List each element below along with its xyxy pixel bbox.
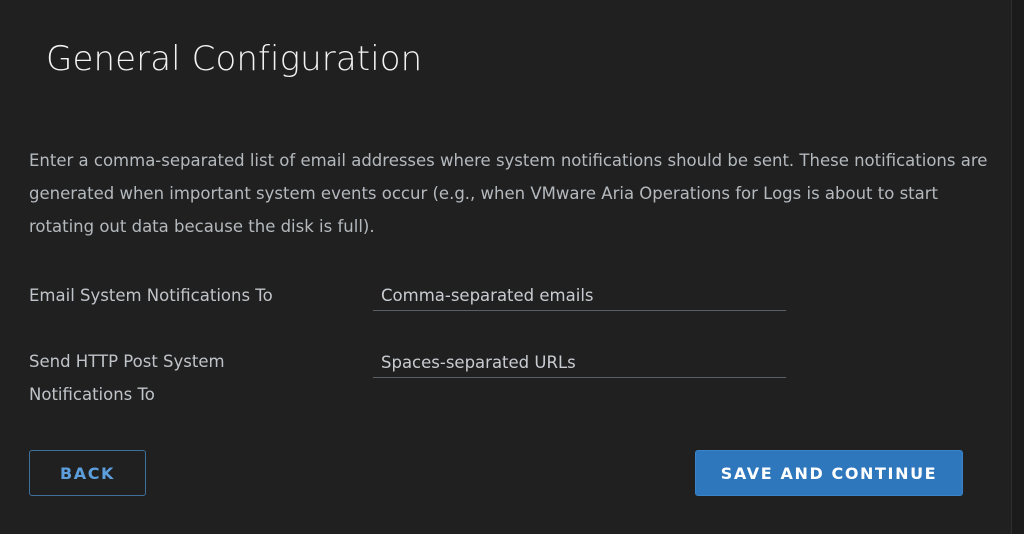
page-title: General Configuration — [46, 39, 423, 79]
http-post-notifications-input[interactable] — [373, 348, 786, 378]
back-button[interactable]: BACK — [29, 450, 146, 496]
general-configuration-panel: General Configuration Enter a comma-sepa… — [0, 0, 1012, 534]
notification-description: Enter a comma-separated list of email ad… — [29, 151, 988, 236]
email-notifications-input[interactable] — [373, 281, 786, 311]
http-post-notifications-label: Send HTTP Post System Notifications To — [29, 352, 225, 404]
email-notifications-label: Email System Notifications To — [29, 286, 273, 305]
save-and-continue-button[interactable]: SAVE AND CONTINUE — [695, 450, 963, 496]
